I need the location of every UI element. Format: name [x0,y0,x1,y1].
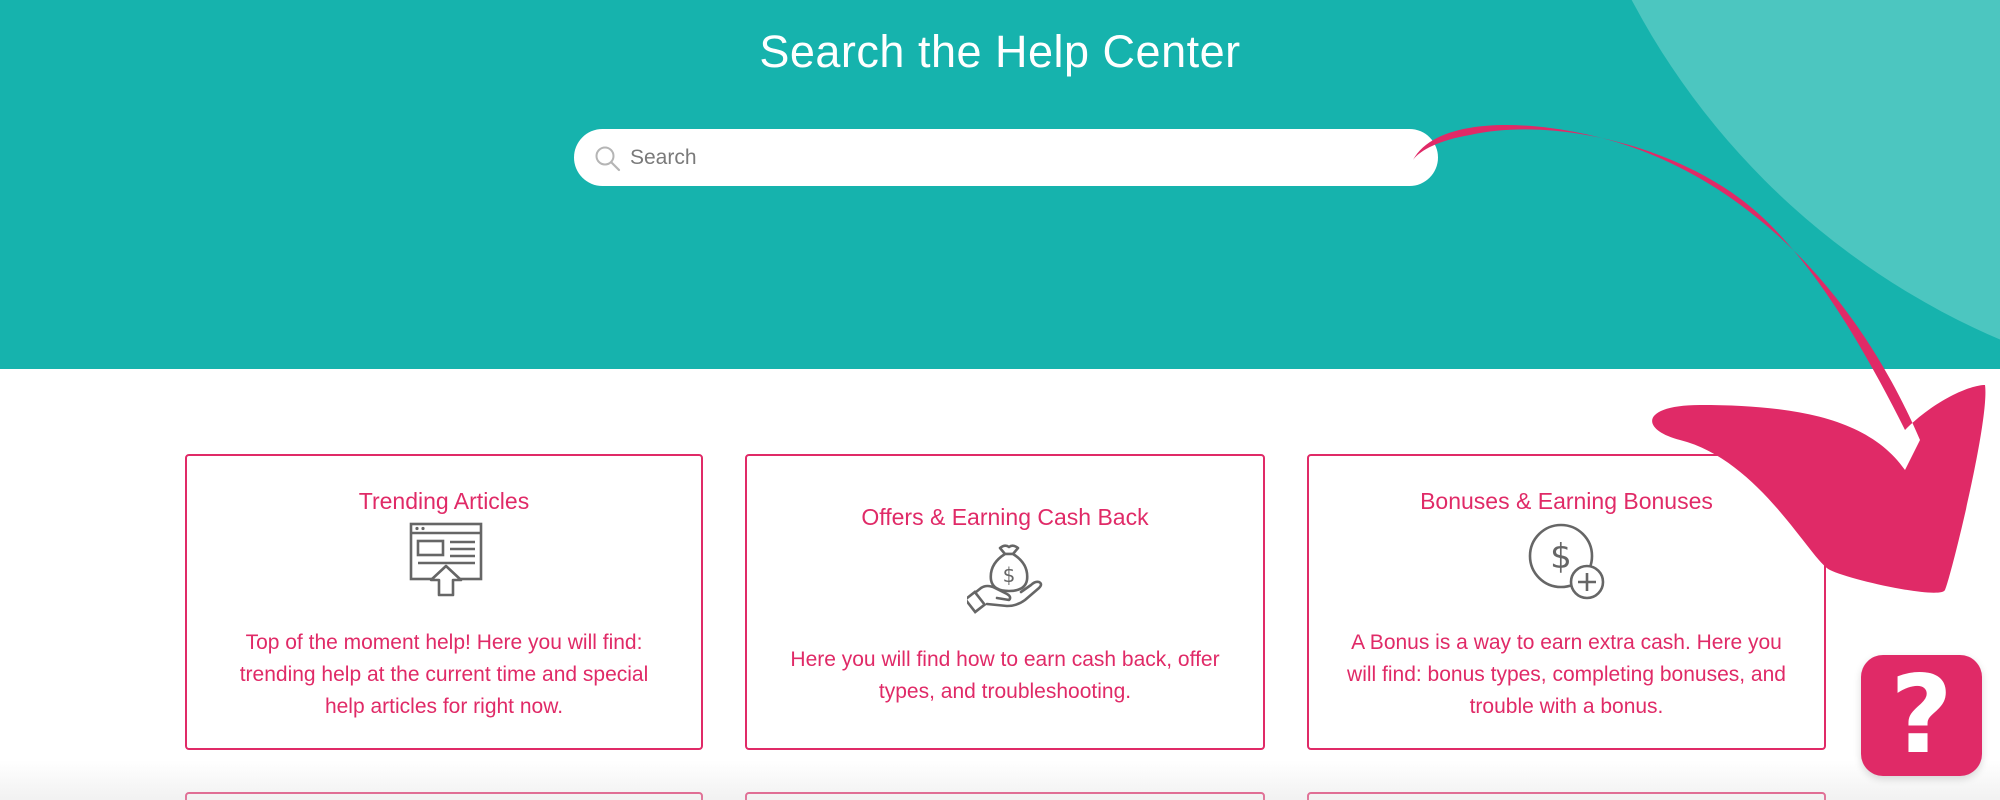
card-title: Bonuses & Earning Bonuses [1420,488,1713,514]
hero-banner: Search the Help Center [0,0,2000,369]
search-icon [595,146,621,172]
category-card-bonuses[interactable]: Bonuses & Earning Bonuses $ A Bonus is a… [1307,454,1826,750]
search-bar[interactable] [574,129,1438,186]
category-card-partial[interactable] [1307,792,1826,800]
svg-text:$: $ [1003,563,1016,587]
category-card-partial[interactable] [185,792,703,800]
search-input[interactable] [630,129,1410,186]
help-button[interactable]: ? [1861,655,1982,776]
money-bag-hand-icon: $ [967,544,1043,614]
card-title: Trending Articles [358,488,530,514]
card-description: Top of the moment help! Here you will fi… [239,631,649,718]
svg-text:$: $ [1550,537,1572,577]
category-card-trending[interactable]: Trending Articles Top of the moment help… [185,454,703,750]
category-card-partial[interactable] [745,792,1265,800]
dollar-plus-icon: $ [1528,523,1605,600]
browser-upload-icon [409,522,483,597]
card-title: Offers & Earning Cash Back [861,504,1149,530]
card-description: Here you will find how to earn cash back… [790,648,1220,703]
page-title: Search the Help Center [759,26,1241,77]
card-description: A Bonus is a way to earn extra cash. Her… [1347,631,1786,718]
category-card-offers[interactable]: Offers & Earning Cash Back $ Here you wi… [745,454,1265,750]
